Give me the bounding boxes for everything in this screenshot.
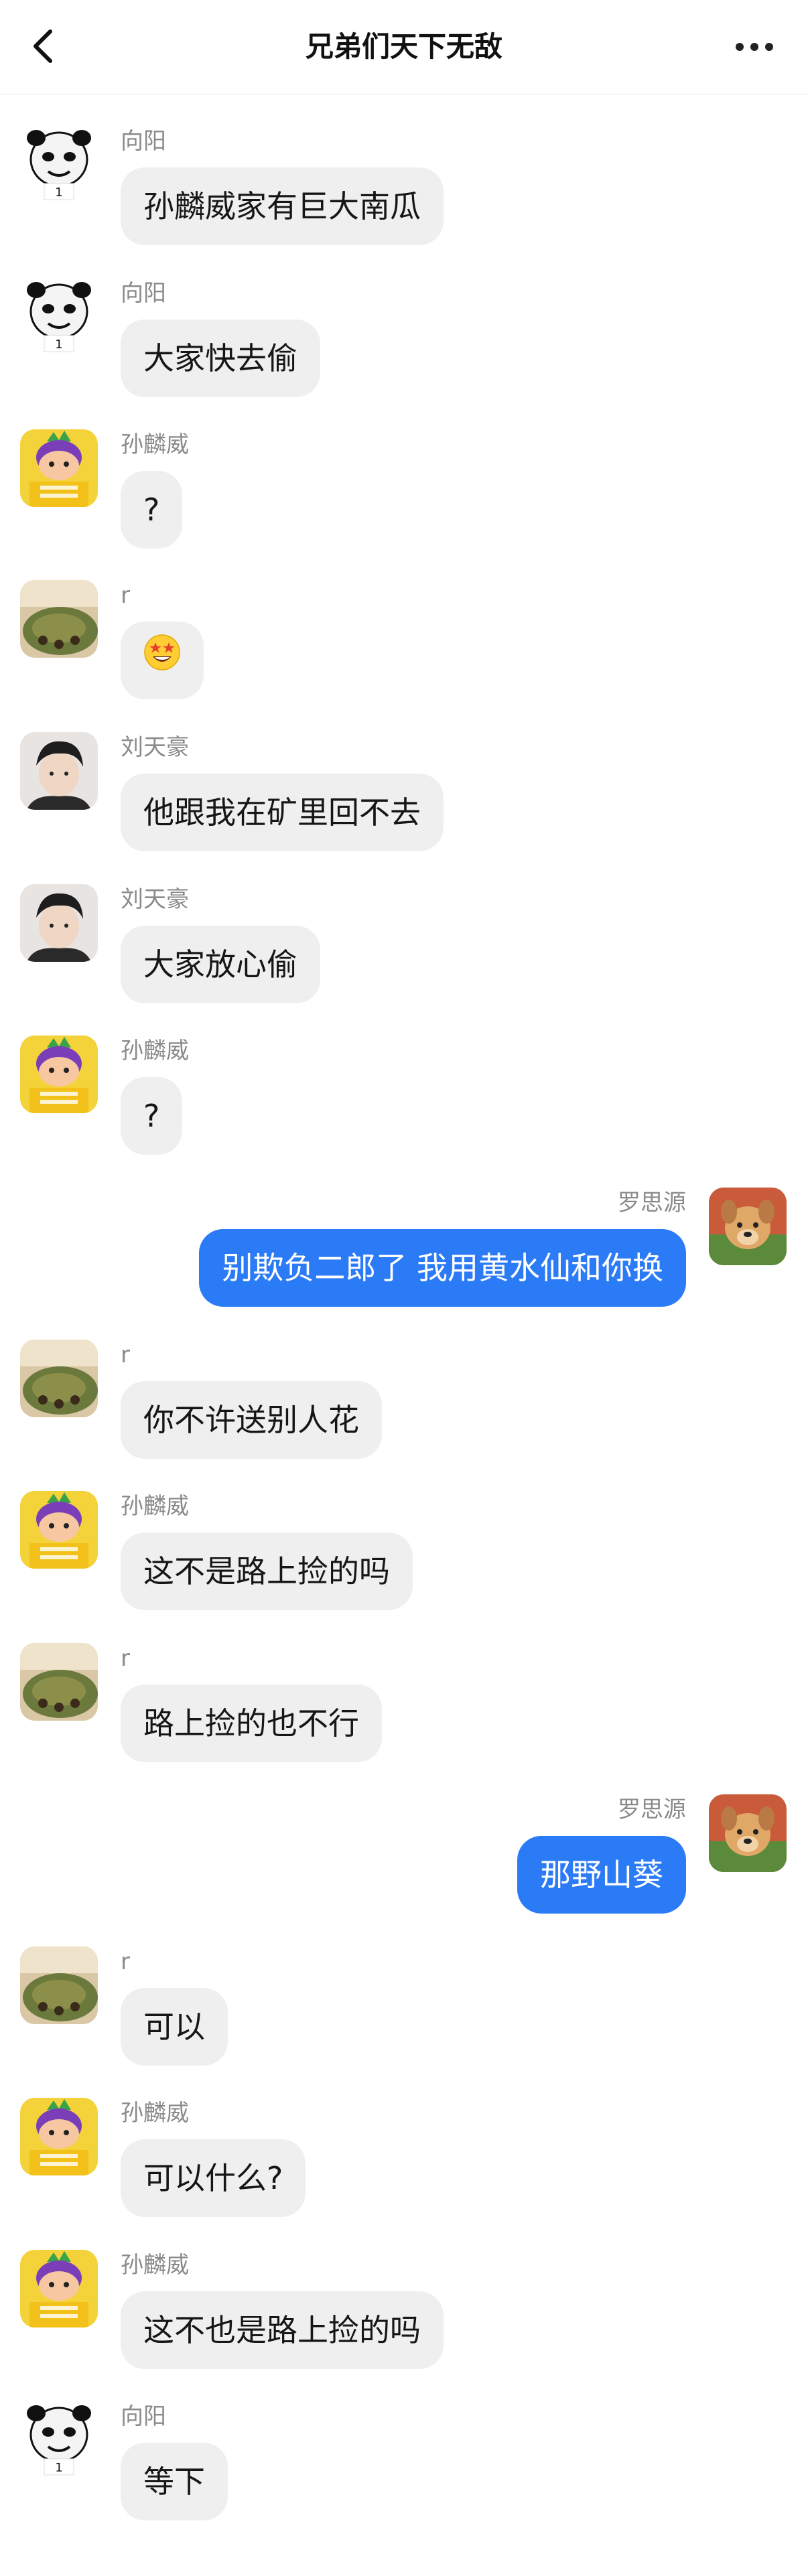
sender-name: 孙麟威 bbox=[121, 1037, 189, 1064]
sender-name: 刘天豪 bbox=[121, 734, 189, 761]
message-row: 刘天豪大家放心偷 bbox=[0, 884, 808, 1018]
sender-name: 向阳 bbox=[121, 128, 166, 155]
message-row: 1 向阳等下 bbox=[0, 2401, 808, 2535]
avatar[interactable] bbox=[20, 1491, 98, 1569]
message-text: 可以 bbox=[143, 2009, 205, 2045]
message-row: r 路上捡的也不行 bbox=[0, 1643, 808, 1777]
avatar[interactable] bbox=[20, 1946, 98, 2024]
message-text: ? bbox=[143, 1098, 160, 1134]
message-row: 孙麟威? bbox=[0, 429, 808, 563]
sender-name: r bbox=[121, 582, 130, 609]
message-bubble[interactable]: 大家放心偷 bbox=[121, 926, 320, 1003]
message-text: 路上捡的也不行 bbox=[143, 1705, 359, 1741]
avatar[interactable] bbox=[20, 580, 98, 658]
message-bubble[interactable]: 这不是路上捡的吗 bbox=[121, 1532, 413, 1610]
message-text: 等下 bbox=[143, 2463, 205, 2500]
avatar[interactable] bbox=[709, 1794, 787, 1872]
message-row: 孙麟威? bbox=[0, 1035, 808, 1169]
avatar[interactable] bbox=[20, 2250, 98, 2328]
avatar[interactable] bbox=[20, 429, 98, 507]
avatar-badge: 1 bbox=[55, 338, 62, 352]
message-text: ? bbox=[143, 492, 160, 528]
message-bubble[interactable]: 别欺负二郎了 我用黄水仙和你换 bbox=[199, 1229, 686, 1307]
more-button[interactable] bbox=[728, 28, 781, 66]
chevron-left-icon bbox=[33, 29, 52, 63]
message-text: 你不许送别人花 bbox=[143, 1402, 359, 1438]
back-button[interactable] bbox=[23, 23, 64, 70]
chat-header: 兄弟们天下无敌 bbox=[0, 0, 808, 94]
message-text: 可以什么? bbox=[143, 2160, 283, 2196]
message-text: 那野山葵 bbox=[540, 1857, 663, 1893]
avatar[interactable] bbox=[20, 884, 98, 962]
message-bubble[interactable]: 大家快去偷 bbox=[121, 319, 320, 397]
message-row: 孙麟威可以什么? bbox=[0, 2098, 808, 2232]
message-row: r 可以 bbox=[0, 1946, 808, 2080]
message-bubble[interactable]: 可以什么? bbox=[121, 2139, 306, 2217]
message-bubble[interactable]: 他跟我在矿里回不去 bbox=[121, 774, 444, 851]
message-text: 这不也是路上捡的吗 bbox=[143, 2312, 421, 2348]
message-bubble[interactable]: 等下 bbox=[121, 2443, 228, 2520]
sender-name: 孙麟威 bbox=[121, 1493, 189, 1520]
message-text: 大家快去偷 bbox=[143, 340, 297, 376]
message-bubble[interactable]: 孙麟威家有巨大南瓜 bbox=[121, 167, 444, 245]
sender-name: 罗思源 bbox=[618, 1190, 686, 1216]
sender-name: 孙麟威 bbox=[121, 431, 189, 458]
message-row: 孙麟威这不是路上捡的吗 bbox=[0, 1491, 808, 1625]
sender-name: 孙麟威 bbox=[121, 2100, 189, 2127]
avatar[interactable]: 1 bbox=[20, 278, 98, 356]
sender-name: 孙麟威 bbox=[121, 2252, 189, 2279]
message-row: 孙麟威这不也是路上捡的吗 bbox=[0, 2250, 808, 2384]
avatar[interactable] bbox=[20, 1340, 98, 1417]
message-text: 这不是路上捡的吗 bbox=[143, 1553, 390, 1589]
message-row: r 你不许送别人花 bbox=[0, 1340, 808, 1474]
message-row: 刘天豪他跟我在矿里回不去 bbox=[0, 732, 808, 866]
message-bubble[interactable]: 你不许送别人花 bbox=[121, 1381, 382, 1459]
sender-name: 向阳 bbox=[121, 280, 166, 307]
avatar-badge: 1 bbox=[55, 186, 62, 200]
message-text: 大家放心偷 bbox=[143, 946, 297, 983]
message-row: r bbox=[0, 580, 808, 714]
avatar[interactable] bbox=[20, 732, 98, 810]
message-text: 他跟我在矿里回不去 bbox=[143, 794, 421, 831]
message-bubble[interactable]: ? bbox=[121, 1077, 183, 1155]
message-row: 1 向阳大家快去偷 bbox=[0, 278, 808, 412]
sender-name: 向阳 bbox=[121, 2403, 166, 2430]
avatar-badge: 1 bbox=[55, 2461, 62, 2475]
message-bubble[interactable]: 这不也是路上捡的吗 bbox=[121, 2291, 444, 2369]
avatar[interactable] bbox=[20, 1643, 98, 1721]
sender-name: 罗思源 bbox=[618, 1796, 686, 1823]
message-bubble[interactable] bbox=[121, 622, 204, 699]
message-bubble[interactable]: 可以 bbox=[121, 1988, 228, 2066]
message-text: 孙麟威家有巨大南瓜 bbox=[143, 188, 421, 224]
message-text: 别欺负二郎了 我用黄水仙和你换 bbox=[222, 1250, 663, 1286]
avatar[interactable] bbox=[709, 1188, 787, 1265]
message-row: 罗思源别欺负二郎了 我用黄水仙和你换 bbox=[0, 1188, 808, 1321]
sender-name: 刘天豪 bbox=[121, 886, 189, 913]
message-row: 1 向阳孙麟威家有巨大南瓜 bbox=[0, 126, 808, 260]
sender-name: r bbox=[121, 1948, 130, 1975]
chat-title: 兄弟们天下无敌 bbox=[305, 30, 502, 63]
message-bubble[interactable]: 路上捡的也不行 bbox=[121, 1685, 382, 1762]
avatar[interactable]: 1 bbox=[20, 2401, 98, 2479]
avatar[interactable]: 1 bbox=[20, 126, 98, 204]
avatar[interactable] bbox=[20, 2098, 98, 2175]
message-bubble[interactable]: 那野山葵 bbox=[517, 1836, 686, 1914]
star-struck-emoji-icon bbox=[143, 622, 181, 699]
message-row: 罗思源那野山葵 bbox=[0, 1794, 808, 1928]
sender-name: r bbox=[121, 1645, 130, 1672]
avatar[interactable] bbox=[20, 1035, 98, 1113]
message-bubble[interactable]: ? bbox=[121, 471, 183, 549]
more-horizontal-icon bbox=[736, 43, 773, 51]
sender-name: r bbox=[121, 1342, 130, 1368]
